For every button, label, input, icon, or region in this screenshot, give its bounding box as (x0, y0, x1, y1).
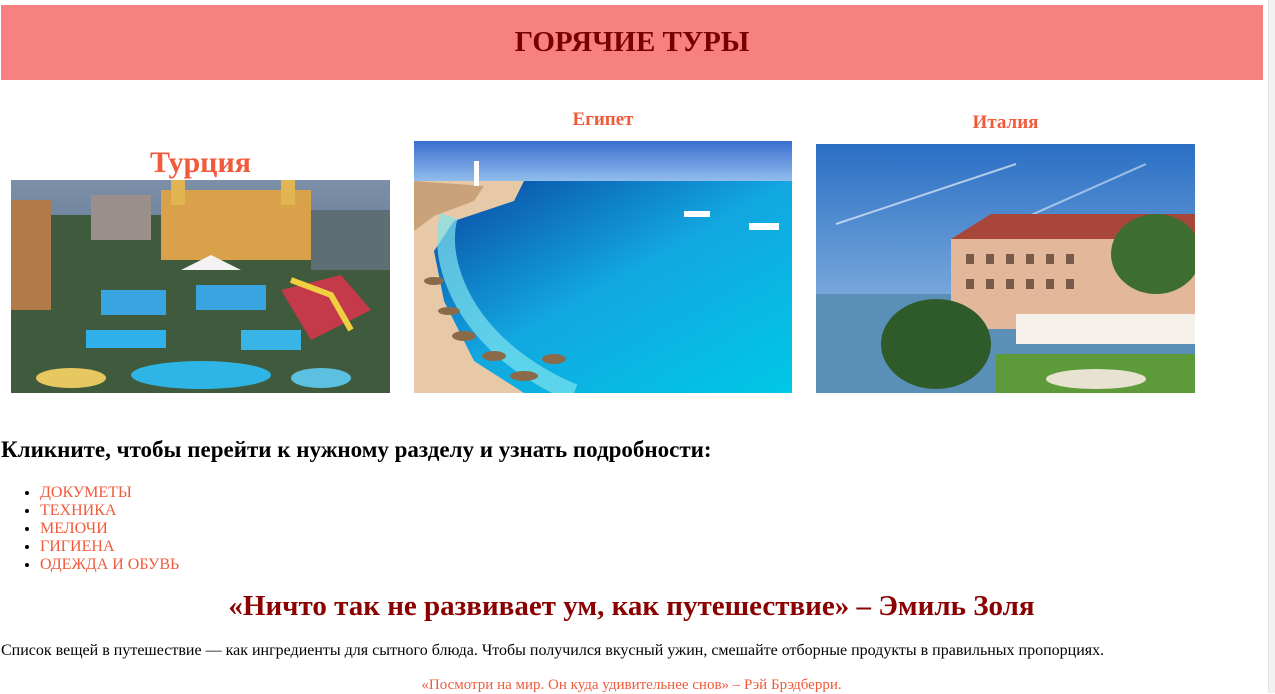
tour-card-turkey: Турция (11, 145, 390, 393)
list-item: МЕЛОЧИ (40, 520, 179, 538)
sections-prompt: Кликните, чтобы перейти к нужному раздел… (1, 437, 712, 462)
link-documents[interactable]: ДОКУМЕТЫ (40, 484, 132, 501)
turkey-resort-photo (11, 180, 390, 393)
quote-heading: «Ничто так не развивает ум, как путешест… (228, 590, 1035, 622)
tour-title-egypt: Египет (572, 109, 634, 130)
egypt-beach-photo (414, 141, 792, 393)
page-title: ГОРЯЧИЕ ТУРЫ (514, 26, 750, 58)
link-clothes-shoes[interactable]: ОДЕЖДА И ОБУВЬ (40, 556, 179, 573)
link-technics[interactable]: ТЕХНИКА (40, 502, 116, 519)
footer-quote: «Посмотри на мир. Он куда удивительнее с… (421, 677, 842, 693)
tour-card-italy: Италия (816, 111, 1195, 393)
intro-paragraph: Список вещей в путешествие — как ингреди… (1, 642, 1105, 659)
link-small-items[interactable]: МЕЛОЧИ (40, 520, 108, 537)
list-item: ГИГИЕНА (40, 538, 179, 556)
list-item: ТЕХНИКА (40, 502, 179, 520)
sections-list: ДОКУМЕТЫ ТЕХНИКА МЕЛОЧИ ГИГИЕНА ОДЕЖДА И… (0, 484, 179, 574)
list-item: ДОКУМЕТЫ (40, 484, 179, 502)
tour-title-turkey: Турция (149, 146, 251, 179)
list-item: ОДЕЖДА И ОБУВЬ (40, 556, 179, 574)
tour-card-egypt: Египет (414, 108, 792, 393)
italy-hotel-photo (816, 144, 1195, 393)
vertical-scrollbar[interactable] (1268, 0, 1275, 693)
tour-title-italy: Италия (972, 112, 1039, 133)
header-banner: ГОРЯЧИЕ ТУРЫ (1, 5, 1263, 80)
link-hygiene[interactable]: ГИГИЕНА (40, 538, 115, 555)
